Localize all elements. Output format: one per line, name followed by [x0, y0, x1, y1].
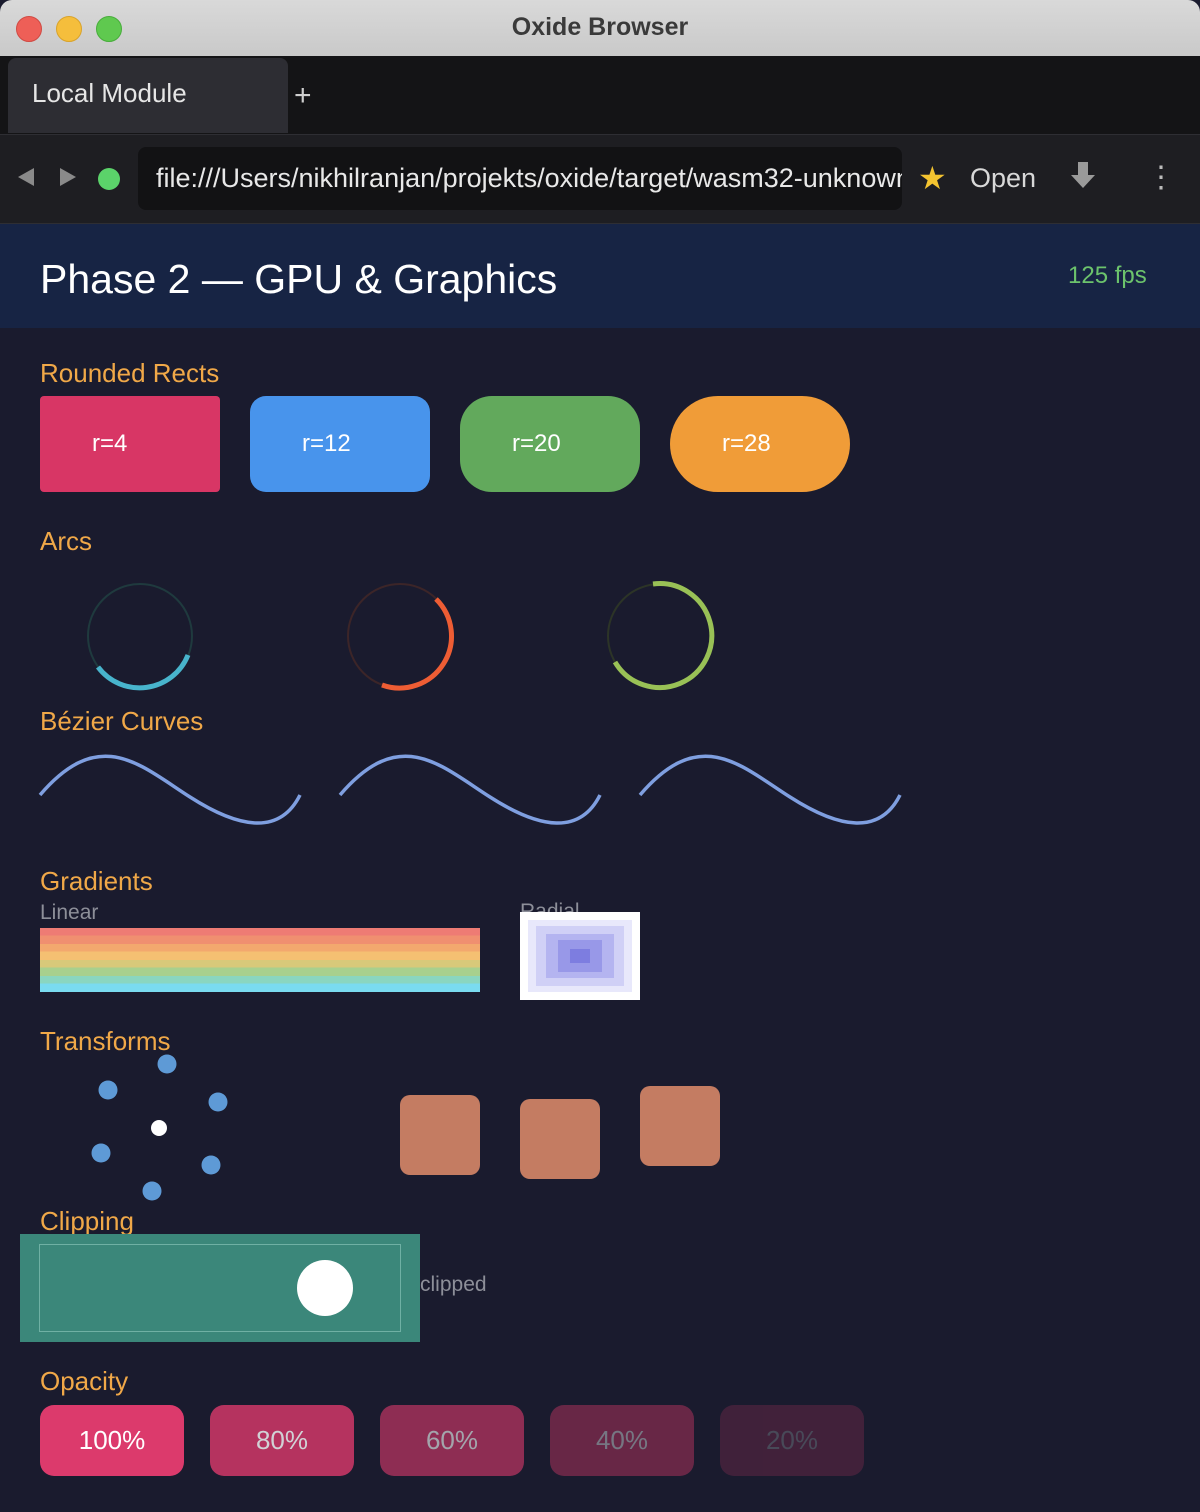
transform-square [640, 1086, 720, 1166]
section-title-bezier: Bézier Curves [40, 706, 204, 736]
window-title: Oxide Browser [511, 13, 689, 41]
clip-circle [297, 1260, 353, 1316]
transform-square [400, 1095, 480, 1175]
menu-icon[interactable]: ⋮ [1146, 160, 1176, 196]
arc-green [612, 581, 715, 691]
download-icon[interactable] [1070, 160, 1096, 198]
opacity-box-80: 80% [210, 1405, 354, 1476]
section-title-arcs: Arcs [40, 526, 92, 556]
clipped-label: clipped [420, 1273, 487, 1296]
new-tab-button[interactable]: + [294, 80, 312, 112]
opacity-label: 80% [255, 1425, 309, 1455]
rounded-rect-label: r=12 [302, 430, 351, 457]
bezier-curve [338, 754, 602, 825]
linear-gradient-label: Linear [40, 901, 99, 924]
opacity-label: 20% [765, 1425, 819, 1455]
bezier-canvas [38, 754, 902, 825]
rounded-rect-r28: r=28 [670, 396, 850, 492]
forward-icon[interactable] [60, 168, 76, 186]
rounded-rect-r20: r=20 [460, 396, 640, 492]
radial-gradient-swatch [520, 912, 640, 1000]
rounded-rect-r4: r=4 [40, 396, 220, 492]
back-icon[interactable] [18, 168, 34, 186]
opacity-label: 40% [595, 1425, 649, 1455]
opacity-box-100: 100% [40, 1405, 184, 1476]
clip-region [20, 1234, 420, 1342]
section-title-opacity: Opacity [40, 1366, 129, 1396]
bezier-curve [638, 754, 902, 825]
orbit-dot [157, 1054, 177, 1074]
orbit-dot [142, 1181, 162, 1201]
fps-counter: 125 fps [1068, 262, 1147, 289]
rounded-rect-r12: r=12 [250, 396, 430, 492]
linear-gradient-swatch [40, 928, 480, 992]
tab-label: Local Module [32, 78, 187, 108]
section-title-rounded-rects: Rounded Rects [40, 358, 220, 388]
section-title-gradients: Gradients [40, 866, 153, 896]
open-button[interactable]: Open [970, 163, 1036, 194]
center-dot [151, 1120, 167, 1136]
arc-cyan [95, 654, 191, 691]
rotating-dots [91, 1054, 228, 1201]
rounded-rect-label: r=20 [512, 430, 561, 457]
orbit-dot [208, 1092, 228, 1112]
page-title: Phase 2 — GPU & Graphics [40, 256, 558, 302]
opacity-label: 100% [78, 1425, 146, 1455]
star-icon[interactable]: ★ [918, 160, 947, 196]
rounded-rect-label: r=4 [92, 430, 128, 457]
orbit-dot [98, 1080, 118, 1100]
status-indicator [98, 168, 120, 190]
orbit-dot [201, 1155, 221, 1175]
arc-orange [381, 597, 454, 691]
rounded-rect-label: r=28 [722, 430, 771, 457]
orbit-dot [91, 1143, 111, 1163]
opacity-box-60: 60% [380, 1405, 524, 1476]
arcs-canvas [87, 581, 715, 691]
address-bar[interactable]: file:///Users/nikhilranjan/projekts/oxid… [138, 147, 902, 210]
section-title-clipping: Clipping [40, 1206, 134, 1236]
opacity-box-40: 40% [550, 1405, 694, 1476]
opacity-box-20: 20% [720, 1405, 864, 1476]
transform-square [520, 1099, 600, 1179]
url-text: file:///Users/nikhilranjan/projekts/oxid… [156, 163, 902, 193]
bezier-curve [38, 754, 302, 825]
opacity-label: 60% [425, 1425, 479, 1455]
